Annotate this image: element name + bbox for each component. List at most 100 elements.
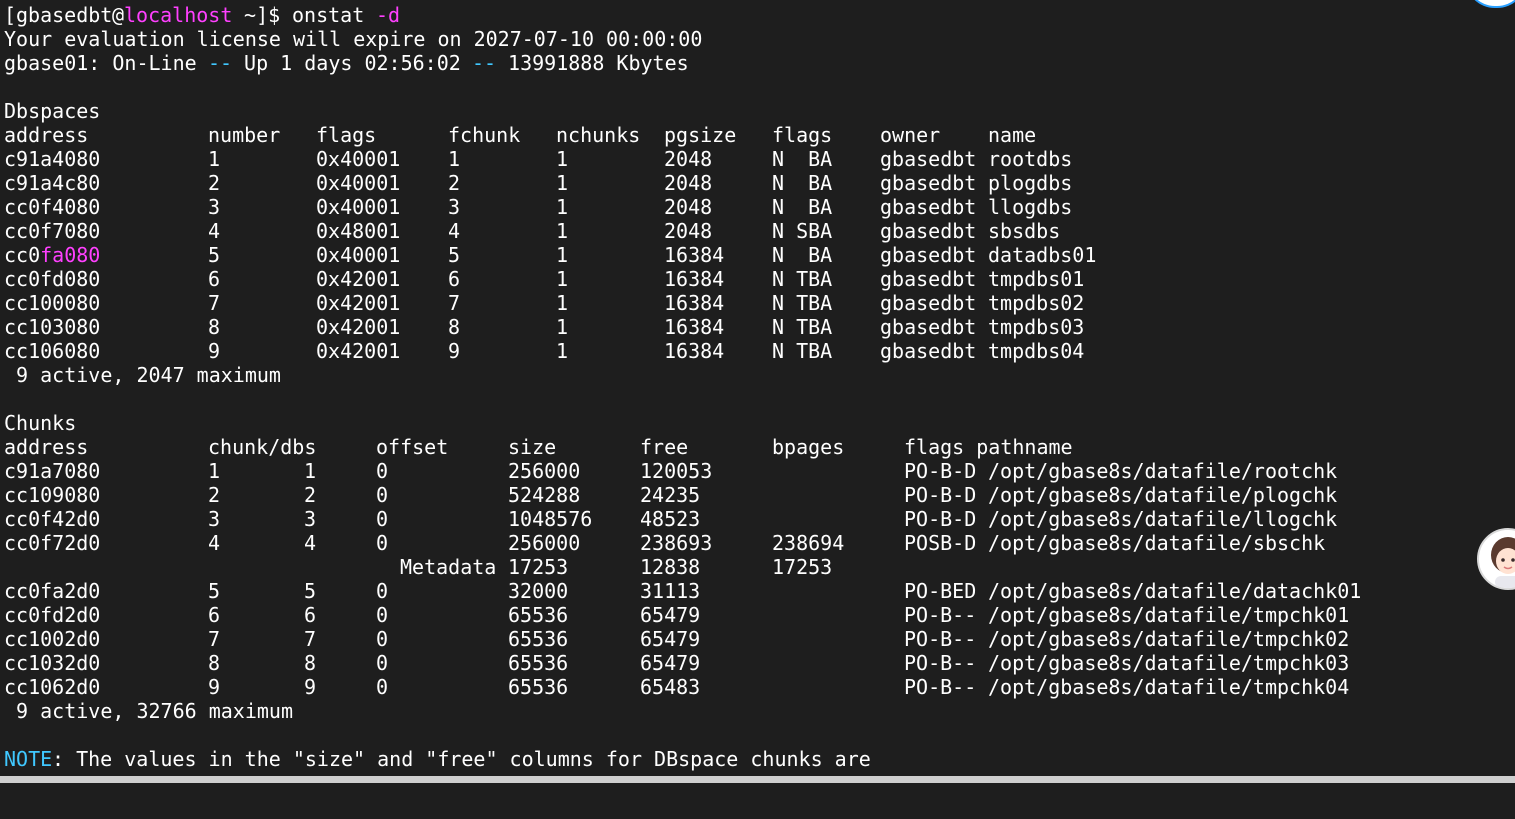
note-label: NOTE [4,747,53,771]
chunks-summary: 9 active, 32766 maximum [4,699,293,723]
dbspaces-header-row: address number flags fchunk nchunks pgsi… [4,123,1036,147]
note-text: : The values in the "size" and "free" co… [52,747,871,771]
chunk-size: 65536 [508,675,569,699]
chunk-dbs: 3 [304,507,317,531]
chunk-address: cc109080 [4,483,101,507]
dbspace-owner: gbasedbt [880,219,977,243]
address-highlight: fa080 [40,243,101,267]
chunk-path: /opt/gbase8s/datafile/datachk01 [988,579,1362,603]
dbspace-fchunk: 5 [448,243,461,267]
chunk-dbs: 8 [304,651,317,675]
prompt-command-arg: -d [376,3,401,27]
dbspace-pgsize: 2048 [664,171,713,195]
dbspace-pgsize: 16384 [664,339,725,363]
dbspace-name: sbsdbs [988,219,1061,243]
chunks-title: Chunks [4,411,77,435]
chunk-flags: PO-B-- [904,603,977,627]
chunk-address: cc0fd2d0 [4,603,101,627]
dbspace-flags: 0x40001 [316,171,401,195]
terminal-bottom-border [0,776,1515,783]
dbspace-owner: gbasedbt [880,195,977,219]
dbspace-number: 5 [208,243,221,267]
chunk-path: /opt/gbase8s/datafile/plogchk [988,483,1338,507]
dbspace-nchunks: 1 [556,219,569,243]
prompt-line: [gbasedbt @ localhost ~]$ onstat -d [4,3,400,27]
column-header: size [508,435,557,459]
prompt-open-bracket: [ [4,3,17,27]
chunk-bpages: 238694 [772,531,845,555]
dbspace-number: 2 [208,171,221,195]
column-header: name [988,123,1037,147]
chunk-free: 65479 [640,603,701,627]
dbspace-state-flags: N TBA [772,339,833,363]
terminal-window[interactable]: [gbasedbt @ localhost ~]$ onstat -d Your ev… [0,0,1515,783]
status-separator: -- [472,51,497,75]
prompt-at: @ [112,3,125,27]
chunk-offset: 0 [376,531,389,555]
column-header: chunk/dbs [208,435,317,459]
chunk-free: 65479 [640,627,701,651]
dbspace-pgsize: 16384 [664,267,725,291]
dbspace-owner: gbasedbt [880,315,977,339]
license-line: Your evaluation license will expire on 2… [4,27,703,51]
note-line: NOTE: The values in the "size" and "free… [4,747,871,771]
dbspace-number: 7 [208,291,221,315]
chunk-path: /opt/gbase8s/datafile/tmpchk04 [988,675,1350,699]
chunk-chunk: 9 [208,675,221,699]
status-server: gbase01: On-Line [4,51,209,75]
dbspace-fchunk: 4 [448,219,461,243]
status-separator: -- [208,51,233,75]
dbspace-address: cc100080 [4,291,101,315]
chunk-dbs: 9 [304,675,317,699]
dbspace-pgsize: 16384 [664,243,725,267]
dbspace-flags: 0x40001 [316,147,401,171]
avatar-face-icon [1479,530,1515,588]
dbspace-nchunks: 1 [556,291,569,315]
column-header: number [208,123,281,147]
address-prefix: cc0 [4,243,41,267]
chunk-path: /opt/gbase8s/datafile/tmpchk02 [988,627,1350,651]
dbspaces-title: Dbspaces [4,99,101,123]
chunk-size: 32000 [508,579,569,603]
dbspace-state-flags: N BA [772,171,833,195]
chunk-address: cc0f42d0 [4,507,101,531]
chunk-dbs: 7 [304,627,317,651]
metadata-label: Metadata [400,555,497,579]
chunk-dbs: 5 [304,579,317,603]
column-header: offset [376,435,449,459]
dbspace-address: cc0fa080 [4,243,100,267]
dbspace-pgsize: 2048 [664,219,713,243]
dbspace-flags: 0x40001 [316,243,401,267]
chunk-offset: 0 [376,507,389,531]
dbspace-address: cc0f4080 [4,195,101,219]
dbspace-owner: gbasedbt [880,291,977,315]
status-uptime: Up 1 days 02:56:02 [232,51,473,75]
chunk-offset: 0 [376,459,389,483]
chunk-flags: PO-B-D [904,459,977,483]
chunk-size: 256000 [508,531,581,555]
metadata-free: 12838 [640,555,701,579]
dbspace-state-flags: N TBA [772,267,833,291]
dbspace-address: cc103080 [4,315,101,339]
column-header: flags [772,123,833,147]
chunk-offset: 0 [376,483,389,507]
chunk-chunk: 3 [208,507,221,531]
chunk-path: /opt/gbase8s/datafile/rootchk [988,459,1338,483]
dbspace-owner: gbasedbt [880,147,977,171]
chunk-size: 1048576 [508,507,593,531]
dbspace-name: llogdbs [988,195,1073,219]
dbspace-name: tmpdbs04 [988,339,1085,363]
dbspace-owner: gbasedbt [880,267,977,291]
prompt-command: onstat [292,3,365,27]
chunk-chunk: 7 [208,627,221,651]
dbspace-number: 6 [208,267,221,291]
chunk-chunk: 8 [208,651,221,675]
dbspace-name: tmpdbs01 [988,267,1085,291]
chunk-chunk: 4 [208,531,221,555]
chunk-offset: 0 [376,627,389,651]
column-header: free [640,435,689,459]
dbspace-pgsize: 16384 [664,291,725,315]
column-header: pgsize [664,123,737,147]
dbspace-state-flags: N BA [772,243,833,267]
chunk-flags: PO-B-- [904,627,977,651]
